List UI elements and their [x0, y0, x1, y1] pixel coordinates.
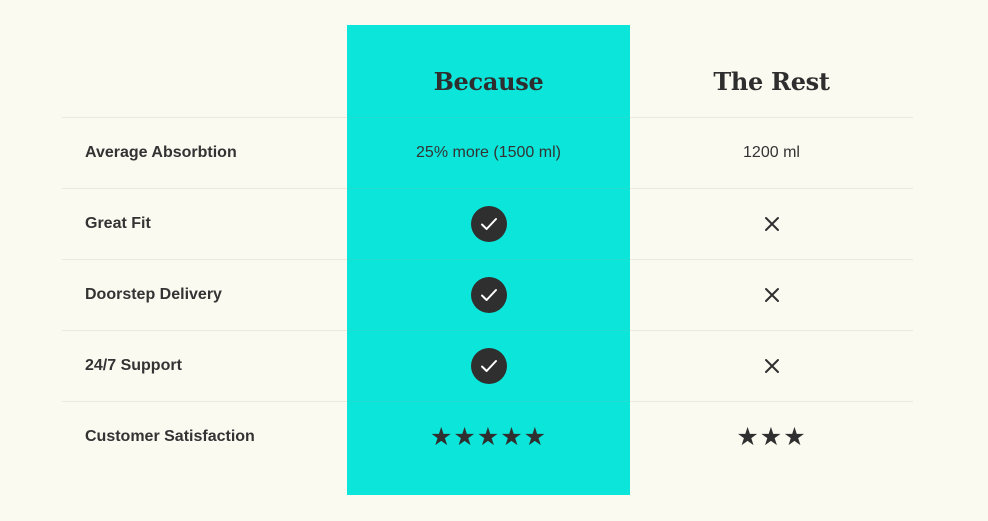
comparison-row-great-fit: Great Fit	[62, 188, 913, 259]
x-icon	[764, 358, 779, 373]
rest-value: ★★★	[630, 401, 913, 472]
row-label: Average Absorbtion	[85, 144, 237, 161]
check-circle-icon	[470, 347, 507, 384]
rest-value: 1200 ml	[630, 117, 913, 188]
rest-value	[630, 259, 913, 330]
because-value	[347, 330, 630, 401]
row-label: 24/7 Support	[85, 357, 182, 374]
check-circle-icon	[470, 276, 507, 313]
star-rating-icon: ★★★★★	[429, 422, 548, 451]
row-label: Great Fit	[85, 215, 151, 232]
because-absorbtion-text: 25% more (1500 ml)	[416, 143, 561, 161]
check-circle-icon	[470, 205, 507, 242]
star-rating-icon: ★★★	[736, 422, 807, 451]
rest-value	[630, 330, 913, 401]
rest-value	[630, 188, 913, 259]
because-value: 25% more (1500 ml)	[347, 117, 630, 188]
row-label: Doorstep Delivery	[85, 286, 222, 303]
column-header-because: Because	[433, 67, 544, 96]
x-icon	[764, 216, 779, 231]
because-value: ★★★★★	[347, 401, 630, 472]
comparison-row-customer-satisfaction: Customer Satisfaction ★★★★★ ★★★	[62, 401, 913, 472]
comparison-row-average-absorbtion: Average Absorbtion 25% more (1500 ml) 12…	[62, 117, 913, 188]
rest-absorbtion-text: 1200 ml	[743, 143, 800, 161]
column-header-rest: The Rest	[713, 67, 830, 96]
comparison-row-doorstep-delivery: Doorstep Delivery	[62, 259, 913, 330]
because-value	[347, 259, 630, 330]
row-label: Customer Satisfaction	[85, 428, 255, 445]
x-icon	[764, 287, 779, 302]
comparison-row-support: 24/7 Support	[62, 330, 913, 401]
because-value	[347, 188, 630, 259]
